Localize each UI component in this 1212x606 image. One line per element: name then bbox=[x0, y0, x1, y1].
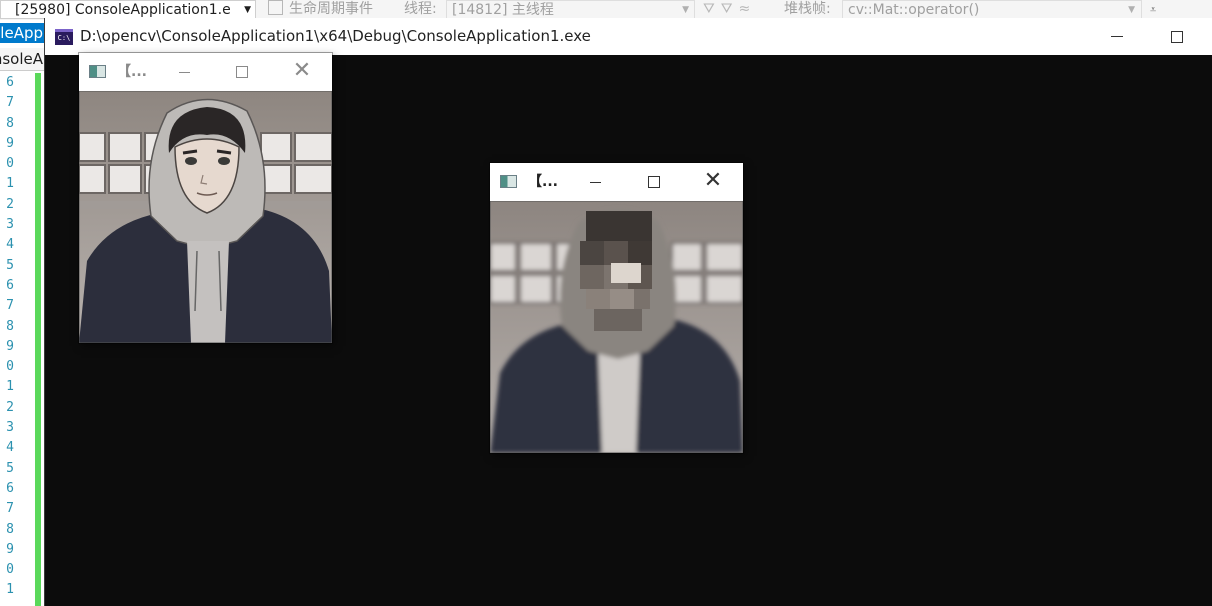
line-number: 9 bbox=[6, 338, 14, 354]
mosaic-portrait-image bbox=[490, 201, 743, 453]
line-number: 8 bbox=[6, 318, 14, 334]
line-number: 5 bbox=[6, 460, 14, 476]
flag-threads-icon[interactable]: ≈ bbox=[739, 1, 757, 17]
stack-frame-dropdown[interactable]: cv::Mat::operator() ▼ bbox=[842, 0, 1142, 19]
line-number: 7 bbox=[6, 95, 14, 111]
thread-dropdown-value: [14812] 主线程 bbox=[452, 2, 554, 18]
console-app-icon: C:\ bbox=[55, 29, 73, 45]
image-window-original[interactable]: 【... ✕ bbox=[79, 53, 332, 343]
line-number: 4 bbox=[6, 237, 14, 253]
process-dropdown-value: [25980] ConsoleApplication1.e bbox=[15, 2, 231, 18]
line-number: 6 bbox=[6, 480, 14, 496]
filter-clear-icon[interactable]: ⛛ bbox=[721, 1, 739, 17]
mosaic-portrait-svg bbox=[490, 201, 743, 453]
image-window-title: 【... bbox=[528, 174, 558, 190]
chevron-down-icon: ▼ bbox=[1128, 5, 1135, 15]
line-number: 1 bbox=[6, 379, 14, 395]
editor-tab-active[interactable]: leApp bbox=[0, 23, 44, 43]
minimize-icon[interactable] bbox=[1111, 36, 1123, 37]
editor-tab[interactable]: nsoleA bbox=[0, 48, 44, 71]
original-portrait-svg bbox=[79, 91, 332, 343]
line-number: 7 bbox=[6, 501, 14, 517]
image-window-titlebar[interactable]: 【... ✕ bbox=[490, 163, 743, 201]
maximize-icon[interactable] bbox=[648, 176, 660, 188]
line-number: 1 bbox=[6, 176, 14, 192]
line-number: 2 bbox=[6, 196, 14, 212]
opencv-window-icon bbox=[500, 175, 517, 188]
line-number-gutter: 6 7 8 9 0 1 2 3 4 5 6 7 8 9 0 1 2 3 4 5 6 7 8 9 0 1 bbox=[0, 73, 14, 601]
lifecycle-icon bbox=[268, 0, 283, 15]
chevron-down-icon: ▼ bbox=[682, 5, 689, 15]
image-window-title: 【... bbox=[117, 64, 147, 80]
line-number: 8 bbox=[6, 521, 14, 537]
line-number: 5 bbox=[6, 257, 14, 273]
opencv-window-icon bbox=[89, 65, 106, 78]
change-tracking-bar bbox=[35, 73, 41, 606]
console-titlebar[interactable]: C:\ D:\opencv\ConsoleApplication1\x64\De… bbox=[45, 18, 1212, 55]
line-number: 8 bbox=[6, 115, 14, 131]
line-number: 2 bbox=[6, 399, 14, 415]
thread-dropdown[interactable]: [14812] 主线程 ▼ bbox=[446, 0, 695, 19]
thread-label: 线程: bbox=[404, 1, 437, 17]
line-number: 6 bbox=[6, 277, 14, 293]
maximize-icon[interactable] bbox=[1171, 31, 1183, 43]
line-number: 9 bbox=[6, 135, 14, 151]
close-icon[interactable]: ✕ bbox=[291, 60, 313, 82]
chevron-down-icon: ▼ bbox=[244, 5, 251, 15]
filter-icon[interactable]: ⛛ bbox=[703, 1, 721, 17]
toolbar-overflow-icon[interactable]: ⩡ bbox=[1150, 0, 1156, 19]
editor-tab-label: leApp bbox=[0, 24, 43, 42]
stack-frame-value: cv::Mat::operator() bbox=[848, 2, 980, 18]
image-window-titlebar[interactable]: 【... ✕ bbox=[79, 53, 332, 91]
line-number: 4 bbox=[6, 440, 14, 456]
stack-frame-label: 堆栈帧: bbox=[784, 1, 831, 17]
image-window-mosaic[interactable]: 【... ✕ bbox=[490, 163, 743, 453]
close-icon[interactable]: ✕ bbox=[702, 170, 724, 192]
editor-tab-label: nsoleA bbox=[0, 50, 43, 68]
line-number: 3 bbox=[6, 217, 14, 233]
line-number: 3 bbox=[6, 420, 14, 436]
maximize-icon[interactable] bbox=[236, 66, 248, 78]
line-number: 0 bbox=[6, 156, 14, 172]
line-number: 1 bbox=[6, 582, 14, 598]
minimize-icon[interactable] bbox=[590, 182, 601, 183]
original-portrait-image bbox=[79, 91, 332, 343]
line-number: 0 bbox=[6, 359, 14, 375]
vs-debug-toolbar: [25980] ConsoleApplication1.e ▼ 生命周期事件 线… bbox=[0, 0, 1212, 20]
line-number: 6 bbox=[6, 75, 14, 90]
minimize-icon[interactable] bbox=[179, 72, 190, 73]
thread-filter-icons[interactable]: ⛛⛛≈ bbox=[703, 0, 756, 19]
line-number: 7 bbox=[6, 298, 14, 314]
process-dropdown[interactable]: [25980] ConsoleApplication1.e ▼ bbox=[0, 0, 256, 19]
lifecycle-events-button[interactable]: 生命周期事件 bbox=[268, 0, 373, 19]
console-title: D:\opencv\ConsoleApplication1\x64\Debug\… bbox=[80, 27, 591, 45]
lifecycle-label: 生命周期事件 bbox=[289, 1, 373, 17]
line-number: 9 bbox=[6, 541, 14, 557]
line-number: 0 bbox=[6, 562, 14, 578]
